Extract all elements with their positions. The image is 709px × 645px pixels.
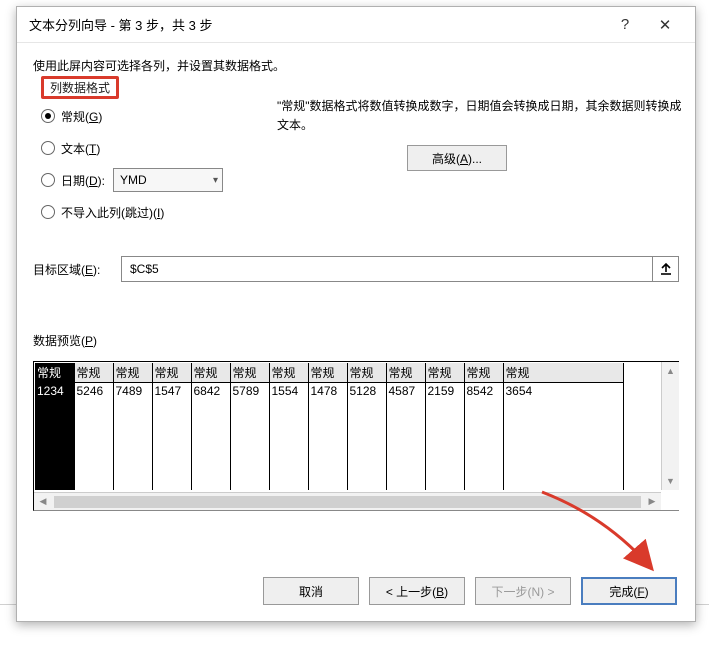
preview-cell[interactable]: 5789 — [230, 383, 269, 491]
preview-area: 常规常规常规常规常规常规常规常规常规常规常规常规常规 1234524674891… — [33, 361, 679, 511]
instruction-text: 使用此屏内容可选择各列，并设置其数据格式。 — [33, 57, 679, 74]
radio-icon — [41, 205, 55, 219]
titlebar: 文本分列向导 - 第 3 步，共 3 步 ? ✕ — [17, 7, 695, 43]
dialog-content: 使用此屏内容可选择各列，并设置其数据格式。 列数据格式 常规(G) 文本(T) … — [17, 43, 695, 511]
preview-header[interactable]: 常规 — [74, 363, 113, 383]
preview-cell[interactable]: 1478 — [308, 383, 347, 491]
preview-header[interactable]: 常规 — [35, 363, 74, 383]
cancel-button[interactable]: 取消 — [263, 577, 359, 605]
preview-grid[interactable]: 常规常规常规常规常规常规常规常规常规常规常规常规常规 1234524674891… — [35, 363, 660, 490]
radio-date[interactable]: 日期(D): YMD ▾ — [41, 166, 245, 194]
finish-button[interactable]: 完成(F) — [581, 577, 677, 605]
format-legend: 列数据格式 — [41, 76, 119, 99]
preview-header[interactable]: 常规 — [503, 363, 623, 383]
radio-icon — [41, 173, 55, 187]
preview-header[interactable]: 常规 — [152, 363, 191, 383]
preview-header[interactable]: 常规 — [425, 363, 464, 383]
format-description-pane: "常规"数据格式将数值转换成数字，日期值会转换成日期，其余数据则转换成文本。 高… — [277, 97, 687, 171]
vertical-scrollbar[interactable]: ▲ ▼ — [661, 362, 679, 490]
destination-input-wrapper — [121, 256, 653, 282]
preview-header[interactable]: 常规 — [230, 363, 269, 383]
preview-header[interactable]: 常规 — [191, 363, 230, 383]
preview-cell[interactable]: 2159 — [425, 383, 464, 491]
radio-label: 文本(T) — [61, 140, 100, 157]
preview-cell[interactable]: 1554 — [269, 383, 308, 491]
preview-header[interactable]: 常规 — [347, 363, 386, 383]
preview-header[interactable]: 常规 — [308, 363, 347, 383]
text-to-columns-wizard-step3: 文本分列向导 - 第 3 步，共 3 步 ? ✕ 使用此屏内容可选择各列，并设置… — [16, 6, 696, 622]
radio-icon — [41, 141, 55, 155]
preview-cell[interactable]: 1234 — [35, 383, 74, 491]
destination-label: 目标区域(E): — [33, 261, 121, 278]
preview-table: 常规常规常规常规常规常规常规常规常规常规常规常规常规 1234524674891… — [35, 363, 624, 490]
close-button[interactable]: ✕ — [645, 11, 685, 39]
scroll-thumb[interactable] — [54, 496, 641, 508]
scroll-right-icon[interactable]: ▶ — [643, 496, 661, 507]
format-description: "常规"数据格式将数值转换成数字，日期值会转换成日期，其余数据则转换成文本。 — [277, 97, 687, 135]
preview-cell[interactable]: 5246 — [74, 383, 113, 491]
preview-cell[interactable]: 7489 — [113, 383, 152, 491]
date-format-value: YMD — [120, 173, 147, 187]
preview-cell[interactable]: 4587 — [386, 383, 425, 491]
scroll-down-icon[interactable]: ▼ — [662, 472, 679, 490]
radio-label: 不导入此列(跳过)(I) — [61, 204, 164, 221]
next-button: 下一步(N) > — [475, 577, 571, 605]
preview-cell[interactable]: 1547 — [152, 383, 191, 491]
destination-row: 目标区域(E): — [33, 256, 679, 282]
preview-cell[interactable]: 8542 — [464, 383, 503, 491]
preview-cell[interactable]: 6842 — [191, 383, 230, 491]
dialog-button-row: 取消 < 上一步(B) 下一步(N) > 完成(F) — [263, 577, 677, 605]
dialog-title: 文本分列向导 - 第 3 步，共 3 步 — [29, 15, 605, 34]
radio-text[interactable]: 文本(T) — [41, 134, 245, 162]
help-button[interactable]: ? — [605, 11, 645, 39]
horizontal-scrollbar[interactable]: ◀ ▶ — [34, 492, 661, 510]
destination-input[interactable] — [128, 261, 646, 277]
preview-header[interactable]: 常规 — [269, 363, 308, 383]
preview-label: 数据预览(P) — [33, 332, 679, 349]
advanced-button[interactable]: 高级(A)... — [407, 145, 507, 171]
date-format-combo[interactable]: YMD ▾ — [113, 168, 223, 192]
chevron-down-icon: ▾ — [213, 175, 218, 186]
back-button[interactable]: < 上一步(B) — [369, 577, 465, 605]
preview-header[interactable]: 常规 — [464, 363, 503, 383]
radio-general[interactable]: 常规(G) — [41, 102, 245, 130]
range-picker-icon[interactable] — [653, 256, 679, 282]
preview-cell[interactable]: 3654 — [503, 383, 623, 491]
scroll-up-icon[interactable]: ▲ — [662, 362, 679, 380]
preview-header[interactable]: 常规 — [386, 363, 425, 383]
preview-header[interactable]: 常规 — [113, 363, 152, 383]
radio-icon — [41, 109, 55, 123]
advanced-label: 高级(A)... — [432, 150, 482, 167]
radio-label: 常规(G) — [61, 108, 102, 125]
preview-cell[interactable]: 5128 — [347, 383, 386, 491]
radio-label: 日期(D): — [61, 172, 105, 189]
radio-skip[interactable]: 不导入此列(跳过)(I) — [41, 198, 245, 226]
scroll-left-icon[interactable]: ◀ — [34, 496, 52, 507]
column-data-format-group: 列数据格式 常规(G) 文本(T) 日期(D): YMD ▾ 不导入此列(跳过)… — [33, 84, 253, 238]
